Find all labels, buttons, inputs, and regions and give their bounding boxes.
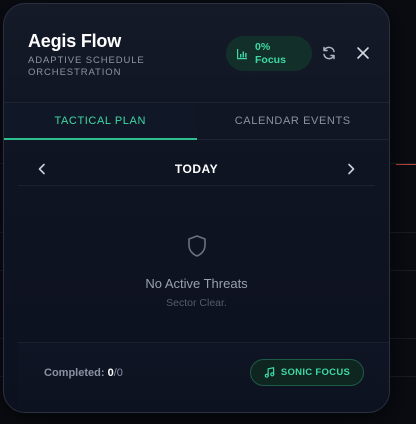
- shield-icon: [187, 235, 206, 257]
- empty-state: No Active Threats Sector Clear.: [4, 234, 389, 309]
- completed-label: Completed:: [44, 367, 105, 379]
- app-title: Aegis Flow: [28, 31, 122, 51]
- alert-line: [396, 164, 416, 165]
- focus-indicator[interactable]: 0% Focus: [226, 36, 312, 71]
- bar-chart-icon: [237, 48, 247, 59]
- day-label: TODAY: [174, 162, 219, 176]
- empty-state-subtitle: Sector Clear.: [166, 297, 227, 309]
- next-day-button[interactable]: [341, 159, 361, 179]
- focus-text: 0% Focus: [255, 41, 286, 67]
- empty-state-title: No Active Threats: [145, 276, 248, 291]
- focus-value: 0%: [255, 40, 271, 53]
- chevron-right-icon: [348, 163, 355, 175]
- tab-calendar-events[interactable]: CALENDAR EVENTS: [197, 103, 390, 139]
- music-note-icon: [264, 367, 275, 378]
- refresh-button[interactable]: [318, 42, 340, 64]
- sonic-focus-button[interactable]: SONIC FOCUS: [250, 359, 364, 386]
- total-count: /0: [113, 367, 123, 379]
- close-button[interactable]: [352, 42, 374, 64]
- focus-label: Focus: [255, 53, 286, 66]
- app-subtitle: ADAPTIVE SCHEDULE ORCHESTRATION: [28, 55, 145, 78]
- close-icon: [357, 47, 369, 59]
- tab-tactical-plan[interactable]: TACTICAL PLAN: [4, 103, 197, 140]
- sonic-focus-label: SONIC FOCUS: [280, 367, 351, 378]
- panel-footer: Completed: 0/0 SONIC FOCUS: [18, 342, 389, 412]
- panel-header: Aegis Flow ADAPTIVE SCHEDULE ORCHESTRATI…: [4, 4, 389, 102]
- day-navigator: TODAY: [18, 154, 375, 186]
- completed-counter: Completed: 0/0: [44, 367, 123, 379]
- aegis-flow-panel: Aegis Flow ADAPTIVE SCHEDULE ORCHESTRATI…: [3, 3, 390, 413]
- tab-bar: TACTICAL PLAN CALENDAR EVENTS: [4, 102, 389, 140]
- refresh-icon: [323, 46, 335, 60]
